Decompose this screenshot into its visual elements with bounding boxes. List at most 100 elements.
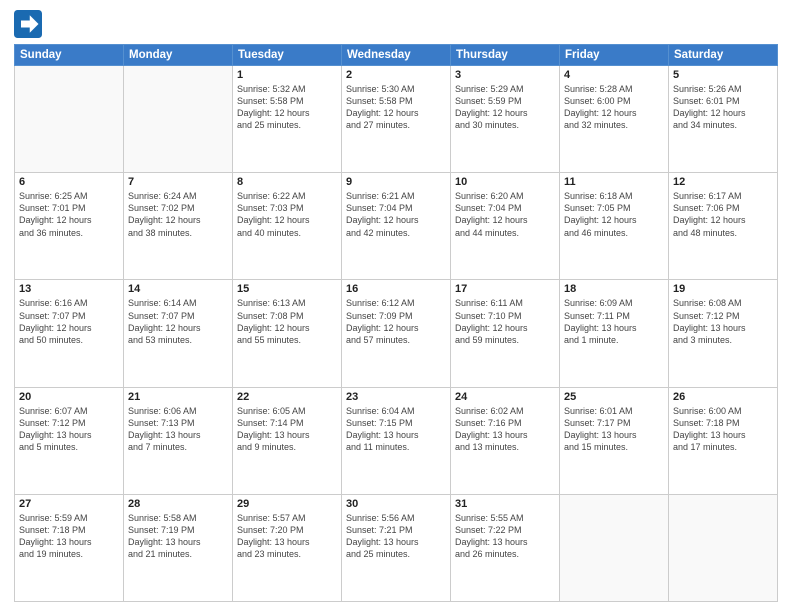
day-info: Sunrise: 6:22 AM Sunset: 7:03 PM Dayligh… [237,190,337,239]
calendar-cell: 7Sunrise: 6:24 AM Sunset: 7:02 PM Daylig… [124,173,233,280]
calendar-cell: 12 Sunrise: 6:17 AM Sunset: 7:06 PM Dayli… [669,173,778,280]
day-number: 18 [564,283,664,295]
day-number: 31 [455,498,555,510]
calendar-cell: 18 Sunrise: 6:09 AM Sunset: 7:11 PM Dayli… [560,280,669,387]
calendar-week-row: 13 Sunrise: 6:16 AM Sunset: 7:07 PM Dayli… [15,280,778,387]
calendar-cell: 26 Sunrise: 6:00 AM Sunset: 7:18 PM Dayli… [669,387,778,494]
calendar-cell: 10Sunrise: 6:20 AM Sunset: 7:04 PM Dayli… [451,173,560,280]
day-number: 21 [128,391,228,403]
calendar-cell [124,66,233,173]
calendar-cell: 24 Sunrise: 6:02 AM Sunset: 7:16 PM Dayli… [451,387,560,494]
day-info: Sunrise: 6:18 AM Sunset: 7:05 PM Dayligh… [564,190,664,239]
day-number: 12 [673,176,773,188]
logo [14,10,46,38]
day-info: Sunrise: 6:21 AM Sunset: 7:04 PM Dayligh… [346,190,446,239]
calendar-cell: 27 Sunrise: 5:59 AM Sunset: 7:18 PM Dayli… [15,494,124,601]
day-number: 4 [564,69,664,81]
calendar-cell: 3Sunrise: 5:29 AM Sunset: 5:59 PM Daylig… [451,66,560,173]
day-info: Sunrise: 6:05 AM Sunset: 7:14 PM Dayligh… [237,405,337,454]
day-info: Sunrise: 6:02 AM Sunset: 7:16 PM Dayligh… [455,405,555,454]
calendar-cell [669,494,778,601]
calendar-cell: 25Sunrise: 6:01 AM Sunset: 7:17 PM Dayli… [560,387,669,494]
calendar-week-row: 20 Sunrise: 6:07 AM Sunset: 7:12 PM Dayli… [15,387,778,494]
day-number: 13 [19,283,119,295]
day-info: Sunrise: 6:00 AM Sunset: 7:18 PM Dayligh… [673,405,773,454]
calendar-cell: 2Sunrise: 5:30 AM Sunset: 5:58 PM Daylig… [342,66,451,173]
day-info: Sunrise: 6:11 AM Sunset: 7:10 PM Dayligh… [455,297,555,346]
day-number: 28 [128,498,228,510]
calendar-cell: 31 Sunrise: 5:55 AM Sunset: 7:22 PM Dayli… [451,494,560,601]
logo-icon [14,10,42,38]
day-info: Sunrise: 6:17 AM Sunset: 7:06 PM Dayligh… [673,190,773,239]
day-number: 8 [237,176,337,188]
calendar-cell: 21 Sunrise: 6:06 AM Sunset: 7:13 PM Dayli… [124,387,233,494]
calendar-cell: 19 Sunrise: 6:08 AM Sunset: 7:12 PM Dayli… [669,280,778,387]
page: SundayMondayTuesdayWednesdayThursdayFrid… [0,0,792,612]
calendar-week-row: 1 Sunrise: 5:32 AM Sunset: 5:58 PM Daylig… [15,66,778,173]
day-info: Sunrise: 5:55 AM Sunset: 7:22 PM Dayligh… [455,512,555,561]
day-info: Sunrise: 5:26 AM Sunset: 6:01 PM Dayligh… [673,83,773,132]
day-number: 5 [673,69,773,81]
weekday-header: Saturday [669,45,778,66]
calendar-cell [15,66,124,173]
day-info: Sunrise: 5:28 AM Sunset: 6:00 PM Dayligh… [564,83,664,132]
calendar-cell: 14 Sunrise: 6:14 AM Sunset: 7:07 PM Dayli… [124,280,233,387]
header [14,10,778,38]
day-number: 23 [346,391,446,403]
day-info: Sunrise: 6:13 AM Sunset: 7:08 PM Dayligh… [237,297,337,346]
calendar-cell: 13 Sunrise: 6:16 AM Sunset: 7:07 PM Dayli… [15,280,124,387]
calendar-cell [560,494,669,601]
day-info: Sunrise: 6:24 AM Sunset: 7:02 PM Dayligh… [128,190,228,239]
day-number: 20 [19,391,119,403]
calendar-cell: 11Sunrise: 6:18 AM Sunset: 7:05 PM Dayli… [560,173,669,280]
day-number: 14 [128,283,228,295]
day-info: Sunrise: 6:08 AM Sunset: 7:12 PM Dayligh… [673,297,773,346]
day-info: Sunrise: 5:58 AM Sunset: 7:19 PM Dayligh… [128,512,228,561]
day-info: Sunrise: 6:16 AM Sunset: 7:07 PM Dayligh… [19,297,119,346]
day-info: Sunrise: 6:09 AM Sunset: 7:11 PM Dayligh… [564,297,664,346]
calendar-week-row: 6Sunrise: 6:25 AM Sunset: 7:01 PM Daylig… [15,173,778,280]
weekday-header: Monday [124,45,233,66]
day-info: Sunrise: 6:12 AM Sunset: 7:09 PM Dayligh… [346,297,446,346]
day-info: Sunrise: 5:32 AM Sunset: 5:58 PM Dayligh… [237,83,337,132]
day-info: Sunrise: 6:20 AM Sunset: 7:04 PM Dayligh… [455,190,555,239]
calendar-cell: 20 Sunrise: 6:07 AM Sunset: 7:12 PM Dayli… [15,387,124,494]
calendar-cell: 5 Sunrise: 5:26 AM Sunset: 6:01 PM Daylig… [669,66,778,173]
day-info: Sunrise: 5:57 AM Sunset: 7:20 PM Dayligh… [237,512,337,561]
day-info: Sunrise: 5:29 AM Sunset: 5:59 PM Dayligh… [455,83,555,132]
calendar-cell: 6Sunrise: 6:25 AM Sunset: 7:01 PM Daylig… [15,173,124,280]
day-info: Sunrise: 6:04 AM Sunset: 7:15 PM Dayligh… [346,405,446,454]
calendar-body: 1 Sunrise: 5:32 AM Sunset: 5:58 PM Daylig… [15,66,778,602]
day-number: 29 [237,498,337,510]
calendar-cell: 1 Sunrise: 5:32 AM Sunset: 5:58 PM Daylig… [233,66,342,173]
day-number: 15 [237,283,337,295]
day-number: 24 [455,391,555,403]
weekday-header: Thursday [451,45,560,66]
weekday-header: Friday [560,45,669,66]
day-number: 30 [346,498,446,510]
calendar-cell: 28 Sunrise: 5:58 AM Sunset: 7:19 PM Dayli… [124,494,233,601]
day-number: 1 [237,69,337,81]
day-info: Sunrise: 6:07 AM Sunset: 7:12 PM Dayligh… [19,405,119,454]
day-info: Sunrise: 6:14 AM Sunset: 7:07 PM Dayligh… [128,297,228,346]
calendar-cell: 15 Sunrise: 6:13 AM Sunset: 7:08 PM Dayli… [233,280,342,387]
day-info: Sunrise: 5:56 AM Sunset: 7:21 PM Dayligh… [346,512,446,561]
calendar-cell: 29 Sunrise: 5:57 AM Sunset: 7:20 PM Dayli… [233,494,342,601]
day-number: 25 [564,391,664,403]
day-info: Sunrise: 5:59 AM Sunset: 7:18 PM Dayligh… [19,512,119,561]
day-info: Sunrise: 6:06 AM Sunset: 7:13 PM Dayligh… [128,405,228,454]
day-number: 22 [237,391,337,403]
day-number: 2 [346,69,446,81]
calendar-cell: 9Sunrise: 6:21 AM Sunset: 7:04 PM Daylig… [342,173,451,280]
day-number: 27 [19,498,119,510]
day-number: 17 [455,283,555,295]
day-number: 19 [673,283,773,295]
calendar-cell: 16Sunrise: 6:12 AM Sunset: 7:09 PM Dayli… [342,280,451,387]
calendar-table: SundayMondayTuesdayWednesdayThursdayFrid… [14,44,778,602]
weekday-header: Sunday [15,45,124,66]
calendar-header-row: SundayMondayTuesdayWednesdayThursdayFrid… [15,45,778,66]
calendar-cell: 30 Sunrise: 5:56 AM Sunset: 7:21 PM Dayli… [342,494,451,601]
calendar-cell: 17 Sunrise: 6:11 AM Sunset: 7:10 PM Dayli… [451,280,560,387]
calendar-cell: 22 Sunrise: 6:05 AM Sunset: 7:14 PM Dayli… [233,387,342,494]
day-number: 26 [673,391,773,403]
